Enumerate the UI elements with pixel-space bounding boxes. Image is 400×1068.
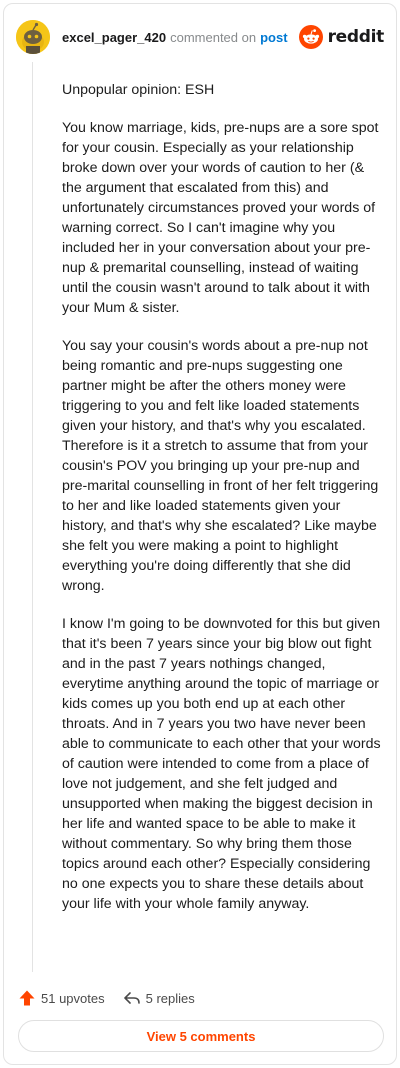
reply-count: 5 replies: [145, 990, 195, 1006]
user-avatar[interactable]: [16, 20, 50, 54]
reddit-logo[interactable]: reddit: [298, 25, 385, 49]
thread-line[interactable]: [32, 62, 33, 972]
comment-paragraph: You say your cousin's words about a pre-…: [62, 338, 379, 594]
comment-paragraph: I know I'm going to be downvoted for thi…: [62, 616, 381, 912]
username-link[interactable]: excel_pager_420: [62, 30, 166, 45]
logo-wordmark: reddit: [327, 27, 385, 47]
comment-card: excel_pager_420 commented on post reddit…: [3, 3, 397, 1065]
reddit-snoo-logo-icon: [298, 25, 323, 49]
view-comments-button[interactable]: View 5 comments: [18, 1020, 384, 1052]
comment-meta: excel_pager_420 commented on post: [62, 30, 288, 45]
comment-paragraph: Unpopular opinion: ESH: [62, 82, 215, 98]
upvote-button[interactable]: 51 upvotes: [18, 989, 105, 1007]
action-text: commented on: [170, 29, 257, 45]
upvote-count: 51 upvotes: [41, 990, 105, 1006]
comment-footer: 51 upvotes 5 replies: [18, 986, 195, 1010]
reply-arrow-icon: [123, 992, 140, 1004]
snoo-avatar-icon: [16, 20, 50, 54]
post-link[interactable]: post: [260, 30, 287, 45]
replies-button[interactable]: 5 replies: [123, 989, 195, 1007]
comment-body: Unpopular opinion: ESH You know marriage…: [62, 80, 382, 932]
comment-header: excel_pager_420 commented on post reddit: [16, 18, 384, 56]
upvote-arrow-icon: [19, 990, 35, 1006]
comment-paragraph: You know marriage, kids, pre-nups are a …: [62, 120, 379, 316]
